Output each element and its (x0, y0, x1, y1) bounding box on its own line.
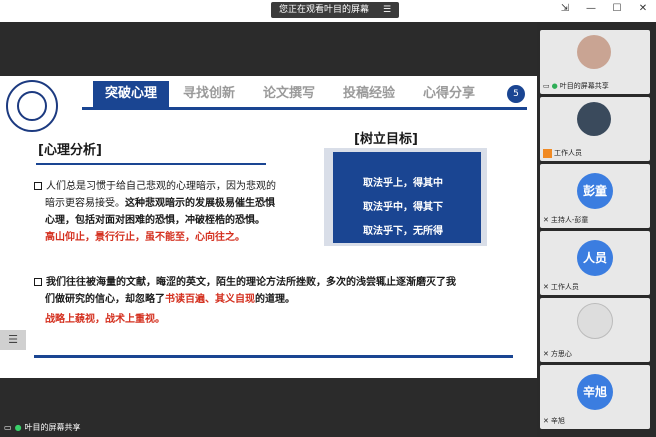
slide-tab-bar: 突破心理 寻找创新 论文撰写 投稿经验 心得分享 (85, 81, 525, 107)
participant-label: ✕ 辛旭 (543, 417, 565, 425)
maximize-icon[interactable]: ☐ (610, 3, 624, 14)
section-underline (36, 163, 266, 165)
participant-label: ▭ ● 叶目的屏幕共享 (543, 82, 609, 90)
avatar (577, 35, 611, 69)
participant-tile[interactable]: 工作人员 (540, 97, 650, 161)
screen-icon: ▭ (543, 82, 550, 90)
presentation-slide: 突破心理 寻找创新 论文撰写 投稿经验 心得分享 5 [心理分析] [树立目标]… (0, 76, 537, 378)
share-banner-text: 您正在观看叶目的屏幕 (279, 5, 370, 15)
mic-off-icon: ✕ (543, 417, 549, 425)
paragraph-2: 我们往往被海量的文献，晦涩的英文，陌生的理论方法所挫败，多次的浅尝辄止逐渐磨灭了… (34, 274, 514, 328)
slide-tab-1: 突破心理 (93, 81, 170, 107)
avatar (577, 303, 613, 339)
slide-tab-5: 心得分享 (423, 86, 476, 101)
section-title: [心理分析] (38, 143, 102, 158)
avatar: 人员 (577, 240, 613, 276)
screen-share-banner[interactable]: 您正在观看叶目的屏幕 ☰ (271, 2, 400, 18)
mic-off-icon: ✕ (543, 216, 549, 224)
menu-icon[interactable]: ☰ (383, 2, 391, 18)
participant-tile[interactable]: 辛旭 ✕ 辛旭 (540, 365, 650, 429)
mic-icon: ● (551, 82, 558, 90)
participant-label: 工作人员 (543, 147, 582, 159)
avatar: 彭童 (577, 173, 613, 209)
mic-icon: ● (14, 422, 22, 432)
participant-tile[interactable]: ▭ ● 叶目的屏幕共享 (540, 30, 650, 94)
participant-label: ✕ 工作人员 (543, 283, 579, 291)
mic-off-icon: ✕ (543, 283, 549, 291)
minimize-icon[interactable]: — (584, 3, 598, 14)
sharer-name: 叶目的屏幕共享 (24, 422, 81, 432)
goal-line: 取法乎下，无所得 (363, 226, 443, 237)
screen-icon: ▭ (4, 422, 12, 432)
goal-line: 取法乎上，得其中 (363, 178, 443, 189)
slide-tab-3: 论文撰写 (263, 86, 316, 101)
close-icon[interactable]: ✕ (636, 3, 650, 14)
goal-line: 取法乎中，得其下 (363, 202, 443, 213)
slide-tab-4: 投稿经验 (343, 86, 396, 101)
slide-bottom-divider (34, 355, 513, 358)
participant-label: ✕ 方思心 (543, 350, 572, 358)
goal-title: [树立目标] (354, 132, 418, 147)
toolbar-toggle-icon[interactable]: ☰ (0, 330, 26, 350)
window-controls: ⇲ — ☐ ✕ (558, 3, 650, 14)
bullet-icon (34, 182, 42, 190)
sharer-label-bar: ▭ ● 叶目的屏幕共享 (0, 419, 204, 435)
host-badge-icon (543, 148, 552, 158)
avatar: 辛旭 (577, 374, 613, 410)
tab-underline (82, 107, 527, 110)
avatar (577, 102, 611, 136)
paragraph-1: 人们总是习惯于给自己悲观的心理暗示，因为悲观的 暗示更容易接受。这种悲观暗示的发… (34, 178, 324, 246)
window-titlebar: 您正在观看叶目的屏幕 ☰ ⇲ — ☐ ✕ (0, 0, 656, 22)
participant-tile[interactable]: 人员 ✕ 工作人员 (540, 231, 650, 295)
slide-tab-2: 寻找创新 (183, 86, 236, 101)
fullscreen-icon[interactable]: ⇲ (558, 3, 572, 14)
university-logo-icon (6, 80, 58, 132)
participant-tile[interactable]: 彭童 ✕ 主持人-彭童 (540, 164, 650, 228)
participant-label: ✕ 主持人-彭童 (543, 216, 589, 224)
bullet-icon (34, 278, 42, 286)
page-number-badge: 5 (507, 85, 525, 103)
participant-tile[interactable]: ✕ 方思心 (540, 298, 650, 362)
mic-off-icon: ✕ (543, 350, 549, 358)
